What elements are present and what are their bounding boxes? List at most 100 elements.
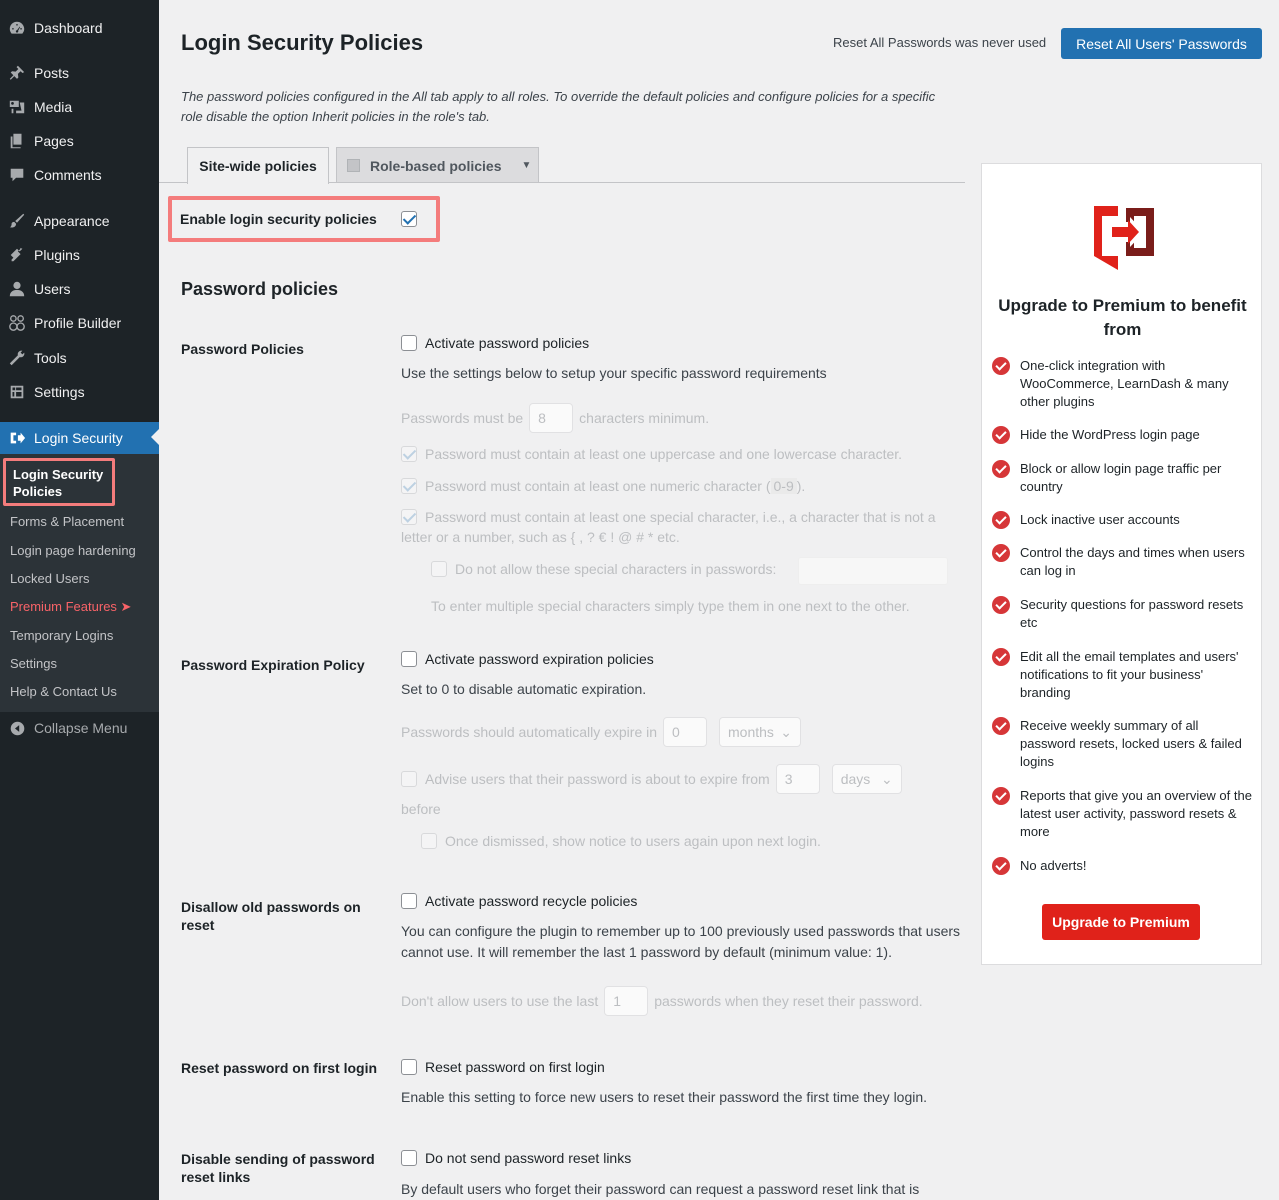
red-check-icon <box>992 460 1010 478</box>
option-label: Activate password policies <box>425 335 590 351</box>
menu-label: Users <box>34 281 71 297</box>
advise-input[interactable]: 3 <box>775 764 820 794</box>
promo-feature-text: One-click integration with WooCommerce, … <box>1020 358 1229 409</box>
promo-feature-text: No adverts! <box>1020 858 1087 873</box>
collapse-menu-button[interactable]: Collapse Menu <box>0 714 159 742</box>
recycle-policy-label: Disallow old passwords on reset <box>181 899 361 933</box>
promo-feature: No adverts! <box>992 857 1254 875</box>
activate-expiration-option: Activate password expiration policies <box>401 651 654 667</box>
special-hint: To enter multiple special characters sim… <box>431 598 910 614</box>
reset-links-checkbox[interactable] <box>401 1150 417 1166</box>
recycle-count-input[interactable]: 1 <box>604 986 649 1016</box>
enable-login-security-checkbox[interactable] <box>400 211 417 227</box>
reset-all-passwords-button[interactable]: Reset All Users' Passwords <box>1061 28 1262 59</box>
grid-icon <box>347 159 360 172</box>
advise-unit-select[interactable]: days ⌄ <box>831 764 902 794</box>
red-check-icon <box>992 857 1010 875</box>
intro-text: The password policies configured in the … <box>181 89 936 124</box>
user-icon <box>0 280 34 298</box>
upgrade-to-premium-button[interactable]: Upgrade to Premium <box>1042 904 1200 940</box>
submenu-help-contact[interactable]: Help & Contact Us <box>10 684 117 699</box>
enable-login-security-label: Enable login security policies <box>180 211 377 227</box>
tab-role-based-policies[interactable]: Role-based policies ▼ <box>336 147 539 183</box>
collapse-menu-label: Collapse Menu <box>34 720 128 736</box>
submenu-login-page-hardening[interactable]: Login page hardening <box>10 543 136 558</box>
submenu-login-security-policies[interactable]: Login Security Policies <box>3 458 115 506</box>
tab-label: Role-based policies <box>370 157 502 174</box>
menu-tools[interactable]: Tools <box>0 343 159 373</box>
menu-login-security[interactable]: Login Security <box>0 422 159 454</box>
menu-users[interactable]: Users <box>0 274 159 304</box>
special-characters-input[interactable] <box>798 557 948 585</box>
red-check-icon <box>992 511 1010 529</box>
admin-sidebar: Dashboard Posts Media Pages Comments App… <box>0 0 159 1200</box>
dismissed-checkbox[interactable] <box>421 833 437 849</box>
special-rule-cont: letter or a number, such as { , ? € ! @ … <box>401 529 680 545</box>
dismissed-row: Once dismissed, show notice to users aga… <box>421 833 821 849</box>
expiration-description: Set to 0 to disable automatic expiration… <box>401 681 647 697</box>
promo-feature: Receive weekly summary of all password r… <box>992 717 1254 771</box>
option-label: Reset password on first login <box>425 1059 605 1075</box>
activate-password-policies-checkbox[interactable] <box>401 335 417 351</box>
promo-feature: Security questions for password resets e… <box>992 596 1254 632</box>
menu-dashboard[interactable]: Dashboard <box>0 13 159 43</box>
activate-expiration-checkbox[interactable] <box>401 651 417 667</box>
advise-checkbox[interactable] <box>401 771 417 787</box>
min-length-prefix: Passwords must be <box>401 410 524 426</box>
special-checkbox[interactable] <box>401 509 417 525</box>
menu-label: Comments <box>34 167 102 183</box>
dashboard-icon <box>0 19 34 37</box>
submenu-temporary-logins[interactable]: Temporary Logins <box>10 628 113 643</box>
menu-label: Tools <box>34 350 67 366</box>
menu-comments[interactable]: Comments <box>0 160 159 190</box>
chevron-down-icon: ⌄ <box>780 723 793 740</box>
promo-feature: One-click integration with WooCommerce, … <box>992 357 1254 411</box>
menu-media[interactable]: Media <box>0 92 159 122</box>
menu-appearance[interactable]: Appearance <box>0 206 159 236</box>
promo-feature-text: Edit all the email templates and users' … <box>1020 649 1239 700</box>
menu-plugins[interactable]: Plugins <box>0 240 159 270</box>
reset-status-text: Reset All Passwords was never used <box>833 35 1047 50</box>
menu-settings[interactable]: Settings <box>0 377 159 407</box>
media-icon <box>0 98 34 116</box>
min-length-row: Passwords must be 8 characters minimum. <box>401 403 709 433</box>
submenu-locked-users[interactable]: Locked Users <box>10 571 89 586</box>
profile-builder-icon <box>0 314 34 332</box>
red-check-icon <box>992 357 1010 375</box>
numeric-rule: Password must contain at least one numer… <box>401 478 805 494</box>
option-label: Activate password recycle policies <box>425 893 638 909</box>
red-check-icon <box>992 717 1010 735</box>
numeric-checkbox[interactable] <box>401 478 417 494</box>
select-value: days <box>840 771 871 787</box>
submenu-forms-placement[interactable]: Forms & Placement <box>10 514 124 529</box>
activate-recycle-checkbox[interactable] <box>401 893 417 909</box>
expire-input[interactable]: 0 <box>663 717 708 747</box>
promo-title: Upgrade to Premium to benefit from <box>998 296 1247 339</box>
recycle-prefix: Don't allow users to use the last <box>401 993 599 1009</box>
password-policies-label: Password Policies <box>181 341 304 357</box>
promo-feature-text: Hide the WordPress login page <box>1020 427 1200 442</box>
promo-feature: Edit all the email templates and users' … <box>992 648 1254 702</box>
promo-feature: Lock inactive user accounts <box>992 511 1254 529</box>
menu-label: Login Security <box>34 430 123 446</box>
dismissed-label: Once dismissed, show notice to users aga… <box>445 833 821 849</box>
first-login-checkbox[interactable] <box>401 1059 417 1075</box>
menu-posts[interactable]: Posts <box>0 58 159 88</box>
menu-pages[interactable]: Pages <box>0 126 159 156</box>
before-text: before <box>401 801 441 817</box>
submenu-premium-features[interactable]: Premium Features ➤ <box>10 599 131 615</box>
menu-profile-builder[interactable]: Profile Builder <box>0 308 159 338</box>
numeric-label: Password must contain at least one numer… <box>425 478 771 494</box>
activate-password-policies-option: Activate password policies <box>401 335 589 351</box>
password-policies-description: Use the settings below to setup your spe… <box>401 365 827 381</box>
expire-unit-select[interactable]: months ⌄ <box>719 717 802 747</box>
menu-label: Plugins <box>34 247 80 263</box>
numeric-range: 0-9 <box>770 478 797 494</box>
disallow-special-checkbox[interactable] <box>431 561 447 577</box>
min-length-input[interactable]: 8 <box>529 403 574 433</box>
submenu-settings[interactable]: Settings <box>10 656 57 671</box>
uppercase-checkbox[interactable] <box>401 446 417 462</box>
expiration-policy-label: Password Expiration Policy <box>181 657 365 673</box>
reset-links-option: Do not send password reset links <box>401 1150 631 1166</box>
tab-site-wide-policies[interactable]: Site-wide policies <box>187 147 329 184</box>
